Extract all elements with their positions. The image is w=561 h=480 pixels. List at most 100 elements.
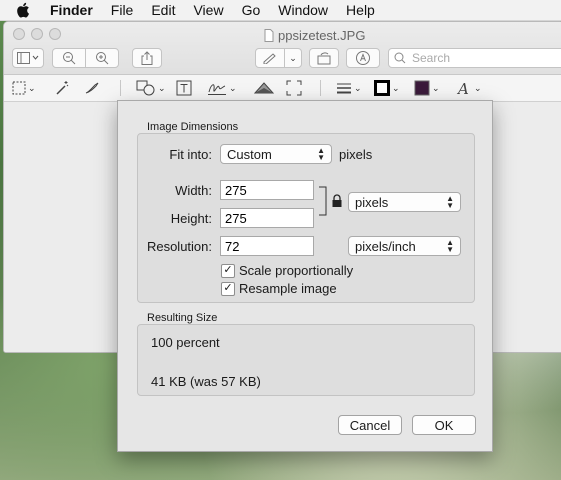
- zoom-window-button[interactable]: [49, 28, 61, 40]
- close-window-button[interactable]: [13, 28, 25, 40]
- document-title: ppsizetest.JPG: [264, 28, 365, 43]
- title-bar: ppsizetest.JPG ⌄ Search: [4, 22, 561, 75]
- chevron-down-icon: ⌄: [158, 82, 166, 93]
- menu-bar: Finder File Edit View Go Window Help: [0, 0, 561, 21]
- adjust-size-tool[interactable]: [286, 78, 302, 98]
- height-field[interactable]: [220, 208, 314, 228]
- lock-icon[interactable]: [331, 194, 343, 208]
- sign-tool[interactable]: ⌄: [207, 78, 237, 98]
- rotate-button[interactable]: [309, 48, 339, 68]
- border-color-tool[interactable]: ⌄: [374, 78, 400, 98]
- checkmark-icon[interactable]: ✓: [221, 281, 235, 296]
- adjust-color-icon: [254, 82, 274, 94]
- zoom-out-icon: [63, 52, 76, 65]
- fit-into-popup[interactable]: Custom ▲ ▼: [220, 144, 332, 164]
- text-style-tool[interactable]: A ⌄: [456, 78, 482, 98]
- resolution-label: Resolution:: [146, 239, 212, 254]
- menu-go[interactable]: Go: [242, 2, 261, 18]
- fit-into-unit: pixels: [339, 147, 373, 162]
- chevron-down-icon: ⌄: [289, 52, 297, 63]
- chevron-down-icon: ⌄: [474, 82, 482, 93]
- adjust-color-tool[interactable]: [254, 78, 274, 98]
- chevron-down-icon: ⌄: [354, 82, 362, 93]
- document-title-text: ppsizetest.JPG: [278, 28, 366, 43]
- chevron-down-icon: ⌄: [392, 82, 400, 93]
- chevron-down-icon: ⌄: [432, 82, 440, 93]
- width-label: Width:: [175, 183, 212, 198]
- chevron-down-icon: ⌄: [28, 82, 36, 93]
- text-style-icon: A: [456, 80, 469, 96]
- document-icon: [264, 29, 274, 42]
- search-field[interactable]: [388, 48, 561, 68]
- menu-edit[interactable]: Edit: [151, 2, 175, 18]
- sign-icon: [208, 84, 226, 95]
- line-style-tool[interactable]: ⌄: [336, 78, 362, 98]
- menu-help[interactable]: Help: [346, 2, 375, 18]
- zoom-in-button[interactable]: [85, 48, 119, 68]
- resolution-unit-popup[interactable]: pixels/inch ▲ ▼: [348, 236, 461, 256]
- apple-icon[interactable]: [16, 2, 30, 18]
- sketch-icon: [85, 82, 99, 94]
- share-icon: [141, 51, 153, 65]
- markup-toolbar-button[interactable]: [255, 48, 285, 68]
- fit-into-label: Fit into:: [169, 147, 212, 162]
- result-percent: 100 percent: [151, 335, 220, 350]
- toolbar-divider: [120, 80, 121, 96]
- toolbar-divider: [320, 80, 321, 96]
- cancel-button[interactable]: Cancel: [338, 415, 402, 435]
- rect-selection-icon: [12, 81, 26, 95]
- fill-color-icon: [414, 80, 430, 96]
- scale-proportionally-label: Scale proportionally: [239, 263, 354, 278]
- share-button[interactable]: [132, 48, 162, 68]
- annotate-icon: [356, 51, 370, 65]
- menu-view[interactable]: View: [193, 2, 223, 18]
- markup-menu-button[interactable]: ⌄: [284, 48, 302, 68]
- menu-file[interactable]: File: [111, 2, 134, 18]
- rotate-icon: [317, 52, 331, 65]
- selection-tool[interactable]: ⌄: [12, 78, 36, 98]
- resolution-unit-value: pixels/inch: [355, 238, 416, 254]
- instant-alpha-icon: [56, 81, 69, 95]
- size-unit-popup[interactable]: pixels ▲ ▼: [348, 192, 461, 212]
- resolution-field[interactable]: [220, 236, 314, 256]
- text-icon: [176, 80, 192, 96]
- resample-image-label: Resample image: [239, 281, 337, 296]
- popup-arrows-icon: ▲ ▼: [446, 238, 454, 254]
- shapes-icon: [136, 80, 155, 96]
- sidebar-button[interactable]: [12, 48, 44, 68]
- search-icon: [394, 52, 406, 64]
- size-unit-value: pixels: [355, 194, 389, 210]
- sidebar-icon: [17, 52, 39, 64]
- instant-alpha-tool[interactable]: [54, 78, 70, 98]
- zoom-out-button[interactable]: [52, 48, 86, 68]
- chevron-down-icon: ⌄: [229, 82, 237, 93]
- line-style-icon: [337, 83, 351, 94]
- menu-finder[interactable]: Finder: [50, 2, 93, 18]
- shapes-tool[interactable]: ⌄: [136, 78, 166, 98]
- height-label: Height:: [170, 211, 212, 226]
- image-dimensions-label: Image Dimensions: [147, 121, 239, 133]
- fill-color-tool[interactable]: ⌄: [414, 78, 440, 98]
- markup-pen-icon: [263, 53, 276, 64]
- adjust-size-icon: [286, 80, 302, 96]
- scale-proportionally-checkbox[interactable]: ✓ Scale proportionally: [221, 263, 353, 278]
- zoom-in-icon: [96, 52, 109, 65]
- resample-image-checkbox[interactable]: ✓ Resample image: [221, 281, 337, 296]
- checkmark-icon[interactable]: ✓: [221, 263, 235, 278]
- menu-window[interactable]: Window: [278, 2, 328, 18]
- ok-button[interactable]: OK: [412, 415, 476, 435]
- popup-arrows-icon: ▲ ▼: [446, 194, 454, 210]
- width-field[interactable]: [220, 180, 314, 200]
- text-tool[interactable]: [176, 78, 192, 98]
- annotate-button[interactable]: [346, 48, 380, 68]
- adjust-size-dialog: Image Dimensions Fit into: Custom ▲ ▼ pix…: [117, 100, 493, 452]
- result-size: 41 KB (was 57 KB): [151, 374, 261, 389]
- fit-into-value: Custom: [227, 146, 272, 162]
- svg-text:A: A: [456, 80, 469, 96]
- minimize-window-button[interactable]: [31, 28, 43, 40]
- border-color-icon: [374, 80, 390, 96]
- resulting-size-label: Resulting Size: [147, 312, 218, 324]
- sketch-tool[interactable]: [84, 78, 102, 98]
- search-input[interactable]: [410, 50, 561, 66]
- markup-toolbar: ⌄ ⌄ ⌄ ⌄ ⌄ ⌄ A ⌄: [4, 75, 561, 102]
